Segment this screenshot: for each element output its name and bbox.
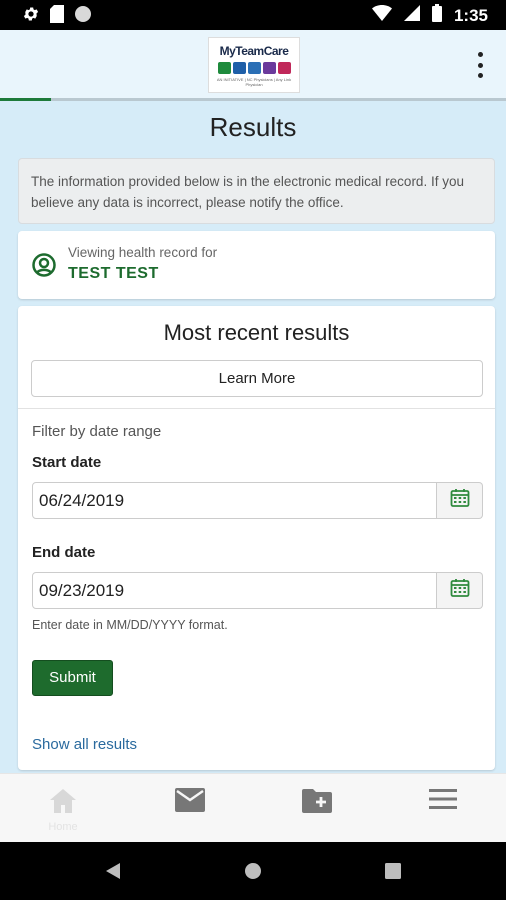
nav-messages[interactable] (160, 788, 220, 838)
folder-add-icon (302, 789, 332, 818)
bottom-nav: Home (0, 773, 506, 842)
user-circle-icon (32, 253, 56, 277)
app-logo: MyTeamCare AN INITIATIVE | NC Physicians… (208, 37, 300, 93)
calendar-icon (450, 578, 470, 603)
nav-add-record[interactable] (287, 788, 347, 838)
circle-icon (74, 5, 92, 28)
end-date-group: 09/23/2019 (32, 572, 483, 609)
results-card: Most recent results Learn More Filter by… (18, 306, 495, 770)
nav-home-label: Home (48, 821, 78, 833)
results-card-title: Most recent results (163, 320, 350, 345)
filter-label: Filter by date range (32, 423, 162, 440)
learn-more-button[interactable]: Learn More (31, 360, 483, 397)
mail-icon (175, 788, 205, 816)
recents-icon[interactable] (385, 863, 401, 884)
end-date-input[interactable]: 09/23/2019 (32, 572, 437, 609)
system-nav-bar (0, 842, 506, 900)
hamburger-menu-icon (429, 789, 457, 814)
start-date-input[interactable]: 06/24/2019 (32, 482, 437, 519)
info-notice: The information provided below is in the… (18, 158, 495, 224)
patient-name: TEST TEST (68, 265, 159, 282)
sd-card-icon (50, 5, 64, 28)
wifi-icon (371, 5, 392, 26)
logo-tagline: AN INITIATIVE | NC Physicians | Any Link… (216, 77, 292, 87)
end-date-calendar-button[interactable] (437, 572, 483, 609)
back-icon[interactable] (104, 862, 122, 885)
date-format-hint: Enter date in MM/DD/YYYY format. (32, 618, 228, 632)
calendar-icon (450, 488, 470, 513)
show-all-results-link[interactable]: Show all results (32, 736, 137, 753)
overflow-menu-icon[interactable] (470, 52, 490, 78)
home-icon (49, 789, 77, 818)
page-title: Results (209, 112, 297, 142)
start-date-calendar-button[interactable] (437, 482, 483, 519)
status-bar: 1:35 (0, 0, 506, 30)
battery-icon (431, 4, 442, 27)
submit-button[interactable]: Submit (32, 660, 113, 696)
viewing-label: Viewing health record for (68, 245, 218, 260)
loading-progress (0, 98, 506, 101)
settings-icon (22, 5, 40, 28)
nav-menu[interactable] (413, 788, 473, 838)
start-date-group: 06/24/2019 (32, 482, 483, 519)
home-circle-icon[interactable] (244, 862, 262, 885)
end-date-label: End date (32, 544, 96, 561)
clock: 1:35 (453, 5, 488, 25)
viewing-record-card: Viewing health record for TEST TEST (18, 231, 495, 299)
signal-icon (403, 5, 420, 26)
logo-blocks (209, 62, 299, 74)
divider (18, 408, 495, 409)
logo-text: MyTeamCare (219, 44, 289, 58)
start-date-label: Start date (32, 454, 102, 471)
nav-home[interactable]: Home (33, 788, 93, 838)
